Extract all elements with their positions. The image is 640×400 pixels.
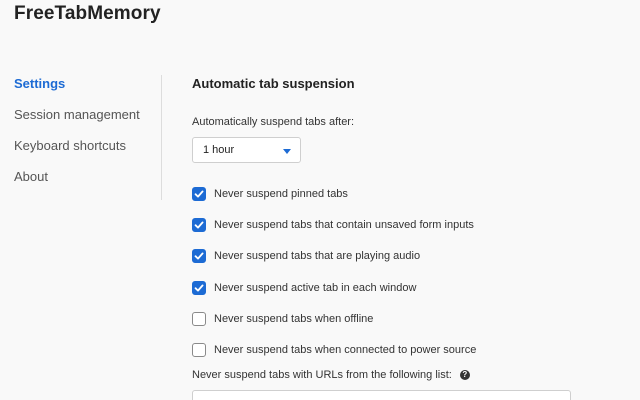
url-list-textarea[interactable] [192, 390, 571, 400]
app-title: FreeTabMemory [14, 3, 161, 24]
option-label: Never suspend tabs when connected to pow… [214, 344, 477, 357]
option-label: Never suspend pinned tabs [214, 187, 348, 200]
option-label: Never suspend tabs when offline [214, 312, 374, 325]
sidebar-item-keyboard-shortcuts[interactable]: Keyboard shortcuts [14, 135, 162, 166]
checkbox-playing-audio[interactable] [192, 249, 206, 264]
option-offline[interactable]: Never suspend tabs when offline [192, 303, 476, 334]
option-power-source[interactable]: Never suspend tabs when connected to pow… [192, 334, 476, 365]
option-active-tab[interactable]: Never suspend active tab in each window [192, 272, 476, 303]
sidebar: Settings Session management Keyboard sho… [14, 73, 162, 197]
sidebar-divider [161, 75, 162, 200]
option-label: Never suspend active tab in each window [214, 281, 417, 294]
sidebar-item-about[interactable]: About [14, 166, 162, 197]
checkbox-unsaved-form-inputs[interactable] [192, 217, 206, 232]
checkbox-active-tab[interactable] [192, 280, 206, 295]
option-playing-audio[interactable]: Never suspend tabs that are playing audi… [192, 241, 476, 272]
suspension-options: Never suspend pinned tabs Never suspend … [192, 178, 476, 366]
checkbox-offline[interactable] [192, 311, 206, 326]
options-page: FreeTabMemory Settings Session managemen… [0, 0, 640, 400]
url-list-label: Never suspend tabs with URLs from the fo… [192, 369, 452, 381]
section-title: Automatic tab suspension [192, 76, 355, 91]
option-label: Never suspend tabs that contain unsaved … [214, 218, 474, 231]
suspend-after-select[interactable]: 1 hour [192, 137, 301, 163]
checkbox-pinned-tabs[interactable] [192, 186, 206, 201]
sidebar-item-settings[interactable]: Settings [14, 73, 162, 104]
sidebar-item-session-management[interactable]: Session management [14, 104, 162, 135]
url-list-header: Never suspend tabs with URLs from the fo… [192, 369, 470, 381]
suspend-after-value: 1 hour [203, 144, 235, 156]
suspend-after-label: Automatically suspend tabs after: [192, 116, 355, 128]
option-unsaved-form-inputs[interactable]: Never suspend tabs that contain unsaved … [192, 209, 476, 240]
option-label: Never suspend tabs that are playing audi… [214, 250, 421, 263]
chevron-down-icon [283, 149, 291, 154]
option-pinned-tabs[interactable]: Never suspend pinned tabs [192, 178, 476, 209]
question-circle-icon[interactable]: ? [459, 370, 470, 380]
checkbox-power-source[interactable] [192, 343, 206, 358]
